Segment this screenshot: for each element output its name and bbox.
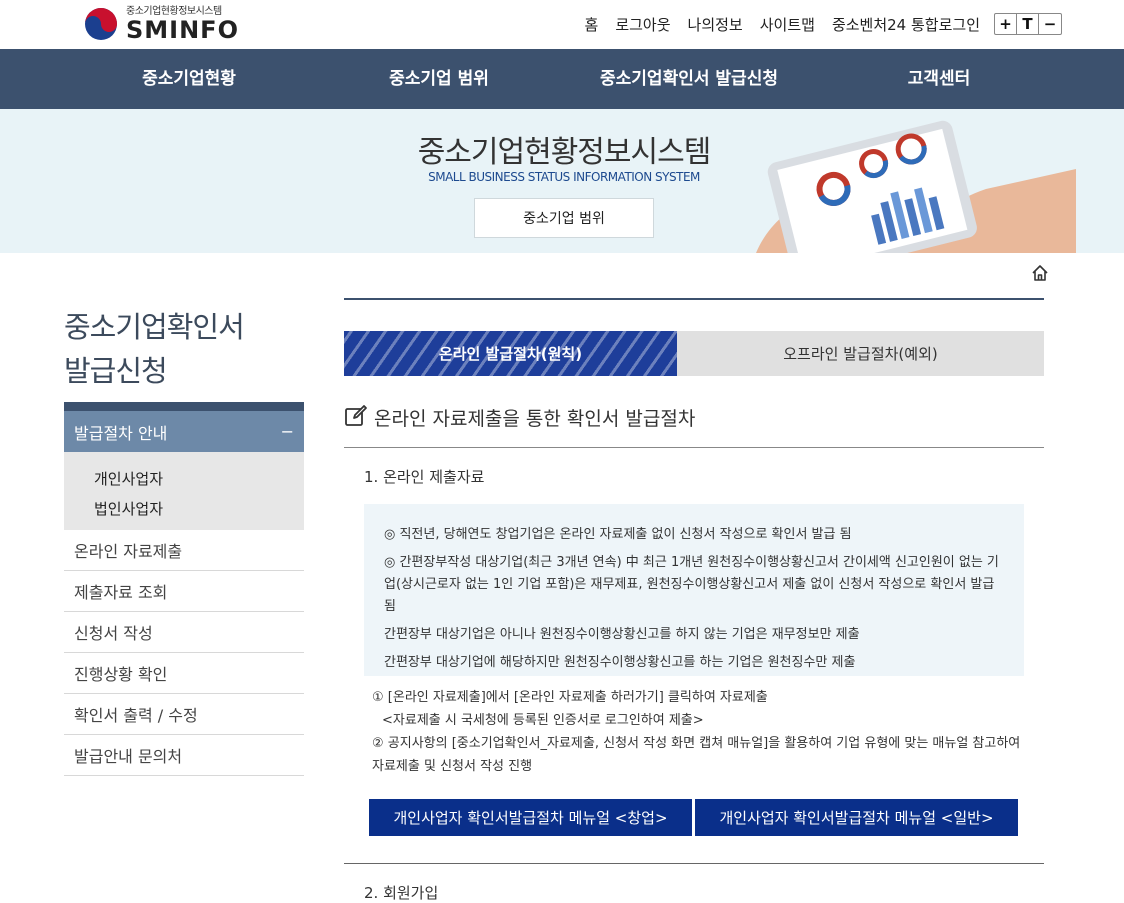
nav-certificate-apply[interactable]: 중소기업확인서 발급신청 [600, 49, 778, 109]
step-1-note: <자료제출 시 국세청에 등록된 인증서로 로그인하여 제출> [382, 713, 704, 728]
info-line: ◎ 간편장부작성 대상기업(최근 3개년 연속) 中 최근 1개년 원천징수이행… [384, 555, 999, 614]
info-box: ◎ 직전년, 당해연도 창업기업은 온라인 자료제출 없이 신청서 작성으로 확… [364, 504, 1024, 676]
manual-general-button[interactable]: 개인사업자 확인서발급절차 메뉴얼 <일반> [695, 799, 1018, 836]
sidebar-top-bar [64, 402, 304, 411]
nav-sme-status[interactable]: 중소기업현황 [142, 49, 236, 109]
sidebar-sub-corporate[interactable]: 법인사업자 [94, 494, 304, 524]
zoom-in-button[interactable]: + [995, 14, 1017, 34]
sidebar-item-submit-lookup[interactable]: 제출자료 조회 [64, 571, 304, 612]
info-line: 간편장부 대상기업은 아니나 원천징수이행상황신고를 하지 않는 기업은 재무정… [384, 627, 860, 642]
taegeuk-logo-icon [85, 8, 117, 40]
util-integrated-login-link[interactable]: 중소벤처24 통합로그인 [832, 14, 980, 35]
subsection-online-docs: 1. 온라인 제출자료 [364, 468, 485, 486]
zoom-reset-button[interactable]: T [1017, 14, 1039, 34]
top-bar: 중소기업현황정보시스템 SMINFO 홈 로그아웃 나의정보 사이트맵 중소벤처… [0, 0, 1124, 49]
manual-startup-button[interactable]: 개인사업자 확인서발급절차 메뉴얼 <창업> [369, 799, 692, 836]
breadcrumb-home-icon[interactable] [1031, 264, 1049, 282]
main-nav: 중소기업현황 중소기업 범위 중소기업확인서 발급신청 고객센터 [0, 49, 1124, 109]
sidebar-item-application[interactable]: 신청서 작성 [64, 612, 304, 653]
nav-customer-center[interactable]: 고객센터 [908, 49, 971, 109]
sidebar-sub-individual[interactable]: 개인사업자 [94, 464, 304, 494]
site-logo[interactable]: 중소기업현황정보시스템 SMINFO [84, 4, 239, 44]
sidebar-item-progress[interactable]: 진행상황 확인 [64, 653, 304, 694]
manual-buttons: 개인사업자 확인서발급절차 메뉴얼 <창업> 개인사업자 확인서발급절차 메뉴얼… [369, 799, 1018, 836]
step-2: ② 공지사항의 [중소기업확인서_자료제출, 신청서 작성 화면 캡쳐 매뉴얼]… [372, 736, 1021, 774]
content-top-rule [344, 298, 1044, 300]
sidebar-item-online-submit[interactable]: 온라인 자료제출 [64, 530, 304, 571]
sidebar-title: 중소기업확인서 발급신청 [64, 310, 245, 388]
sidebar-submenu: 개인사업자 법인사업자 [64, 452, 304, 530]
info-line: ◎ 직전년, 당해연도 창업기업은 온라인 자료제출 없이 신청서 작성으로 확… [384, 527, 852, 542]
sidebar-menu: 발급절차 안내 − 개인사업자 법인사업자 온라인 자료제출 제출자료 조회 신… [64, 402, 304, 776]
zoom-out-button[interactable]: − [1039, 14, 1061, 34]
font-zoom-controls: + T − [994, 13, 1062, 35]
collapse-icon[interactable]: − [281, 422, 294, 441]
sidebar-item-inquiry[interactable]: 발급안내 문의처 [64, 735, 304, 776]
sidebar-item-issue-guide[interactable]: 발급절차 안내 − [64, 411, 304, 452]
hero-subtitle: SMALL BUSINESS STATUS INFORMATION SYSTEM [428, 170, 700, 184]
logo-name: SMINFO [126, 15, 239, 44]
logo-subtitle: 중소기업현황정보시스템 [126, 5, 222, 17]
tablet-illustration [756, 120, 1076, 253]
procedure-tabs: 온라인 발급절차(원칙) 오프라인 발급절차(예외) [344, 331, 1044, 376]
hero-sme-scope-button[interactable]: 중소기업 범위 [474, 198, 654, 238]
util-sitemap-link[interactable]: 사이트맵 [760, 14, 815, 35]
subsection-signup: 2. 회원가입 [364, 884, 439, 902]
info-line: 간편장부 대상기업에 해당하지만 원천징수이행상황신고를 하는 기업은 원천징수… [384, 655, 856, 670]
section-heading: 온라인 자료제출을 통한 확인서 발급절차 [344, 404, 1044, 448]
tab-offline-procedure[interactable]: 오프라인 발급절차(예외) [677, 331, 1044, 376]
util-myinfo-link[interactable]: 나의정보 [688, 14, 743, 35]
hero-banner: 중소기업현황정보시스템 SMALL BUSINESS STATUS INFORM… [0, 109, 1124, 253]
edit-icon [345, 405, 367, 426]
sidebar-item-print-edit[interactable]: 확인서 출력 / 수정 [64, 694, 304, 735]
util-logout-link[interactable]: 로그아웃 [615, 14, 670, 35]
procedure-steps: ① [온라인 자료제출]에서 [온라인 자료제출 하러가기] 클릭하여 자료제출… [372, 686, 1022, 778]
utility-nav: 홈 로그아웃 나의정보 사이트맵 중소벤처24 통합로그인 + T − [568, 13, 1062, 35]
tab-online-procedure[interactable]: 온라인 발급절차(원칙) [344, 331, 677, 376]
main-content: 온라인 발급절차(원칙) 오프라인 발급절차(예외) 온라인 자료제출을 통한 … [344, 298, 1044, 902]
nav-sme-scope[interactable]: 중소기업 범위 [389, 49, 489, 109]
hero-title: 중소기업현황정보시스템 [417, 135, 712, 170]
step-1: ① [온라인 자료제출]에서 [온라인 자료제출 하러가기] 클릭하여 자료제출 [372, 690, 768, 705]
util-home-link[interactable]: 홈 [585, 14, 599, 35]
section-divider [344, 863, 1044, 864]
